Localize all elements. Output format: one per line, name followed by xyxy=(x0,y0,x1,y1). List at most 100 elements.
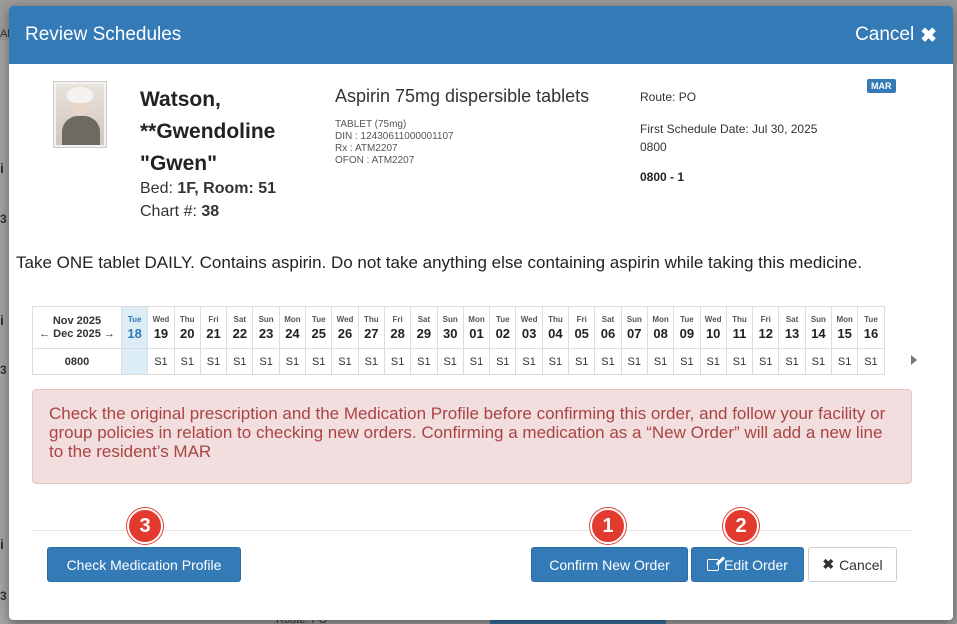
day-of-week: Mon xyxy=(284,314,301,324)
calendar-day-header: Wed 19 xyxy=(147,306,175,349)
schedule-slot[interactable]: S1 xyxy=(173,348,201,375)
schedule-slot[interactable]: S1 xyxy=(331,348,359,375)
day-number: 23 xyxy=(258,325,274,341)
day-number: 29 xyxy=(416,325,432,341)
patient-name-line: Watson, xyxy=(140,88,221,111)
background-fragment: 3 xyxy=(0,212,7,226)
schedule-slot[interactable]: S1 xyxy=(646,348,675,375)
month-nav-link[interactable]: ← Dec 2025 → xyxy=(33,328,121,341)
day-number: 12 xyxy=(758,325,773,341)
schedule-slot[interactable]: S1 xyxy=(278,348,307,375)
calendar-day-header: Thu 11 xyxy=(725,306,754,349)
bed-value: 1F, Room: 51 xyxy=(177,180,277,197)
day-number: 20 xyxy=(180,325,195,341)
schedule-slot[interactable]: S1 xyxy=(489,348,517,375)
schedule-slot[interactable]: S1 xyxy=(383,348,412,375)
day-number: 16 xyxy=(863,325,879,341)
schedule-slot[interactable]: S1 xyxy=(568,348,596,375)
confirm-new-order-button[interactable]: Confirm New Order xyxy=(531,547,688,582)
schedule-slot[interactable]: S1 xyxy=(541,348,570,375)
footer-divider xyxy=(32,530,912,531)
cancel-button[interactable]: ✖ Cancel xyxy=(808,547,897,582)
calendar-day-header: Mon 08 xyxy=(646,306,675,349)
header-cancel-button[interactable]: Cancel ✖ xyxy=(855,23,937,48)
schedule-slot[interactable]: S1 xyxy=(725,348,754,375)
day-of-week: Mon xyxy=(468,314,485,324)
schedule-summary: 0800 - 1 xyxy=(640,170,685,184)
day-number: 15 xyxy=(837,325,852,341)
day-number: 13 xyxy=(784,325,800,341)
scroll-right-icon[interactable] xyxy=(911,355,917,365)
calendar-day-header: Sat 06 xyxy=(594,306,622,349)
schedule-slot[interactable]: S1 xyxy=(857,348,885,375)
close-icon: ✖ xyxy=(822,556,835,572)
day-of-week: Tue xyxy=(495,314,510,324)
edit-order-label: Edit Order xyxy=(724,556,788,573)
schedule-slot[interactable]: S1 xyxy=(252,348,280,375)
day-of-week: Tue xyxy=(864,314,878,324)
schedule-slot[interactable]: S1 xyxy=(620,348,648,375)
schedule-slot[interactable]: S1 xyxy=(436,348,464,375)
day-number: 26 xyxy=(337,325,353,341)
edit-icon xyxy=(707,558,720,571)
calendar-day-header: Sun 14 xyxy=(804,306,833,349)
schedule-slot[interactable]: S1 xyxy=(804,348,833,375)
schedule-slot[interactable]: S1 xyxy=(594,348,622,375)
schedule-slot[interactable]: S1 xyxy=(752,348,780,375)
first-schedule-time: 0800 xyxy=(640,140,667,154)
schedule-slot[interactable]: S1 xyxy=(226,348,254,375)
schedule-slot[interactable]: S1 xyxy=(410,348,438,375)
schedule-slot[interactable]: S1 xyxy=(778,348,806,375)
check-medication-profile-button[interactable]: Check Medication Profile xyxy=(47,547,241,582)
day-number: 09 xyxy=(679,325,695,341)
calendar-day-header: Sun 07 xyxy=(620,306,648,349)
day-number: 21 xyxy=(206,325,221,341)
schedule-slot[interactable]: S1 xyxy=(357,348,385,375)
calendar-day-header: Wed 03 xyxy=(515,306,543,349)
calendar-day-header: Mon 24 xyxy=(278,306,307,349)
day-number: 25 xyxy=(311,325,326,341)
schedule-slot[interactable]: S1 xyxy=(462,348,491,375)
schedule-slot[interactable]: S1 xyxy=(515,348,543,375)
schedule-slot[interactable] xyxy=(120,348,149,375)
schedule-slot[interactable]: S1 xyxy=(199,348,228,375)
day-of-week: Thu xyxy=(363,314,379,324)
day-of-week: Thu xyxy=(548,314,563,324)
day-of-week: Sun xyxy=(626,314,642,324)
bed-label: Bed: xyxy=(140,180,178,197)
schedule-slot[interactable]: S1 xyxy=(147,348,175,375)
schedule-slot[interactable]: S1 xyxy=(305,348,333,375)
medication-ofon: OFON : ATM2207 xyxy=(335,155,415,166)
calendar-day-header: Tue 18 xyxy=(120,306,149,349)
day-number: 18 xyxy=(127,325,142,341)
day-number: 11 xyxy=(732,325,747,341)
day-number: 07 xyxy=(627,325,642,341)
day-of-week: Wed xyxy=(704,314,722,324)
background-fragment: 3 xyxy=(0,363,7,377)
calendar-day-header: Fri 05 xyxy=(568,306,596,349)
schedule-slot[interactable]: S1 xyxy=(673,348,701,375)
day-number: 30 xyxy=(442,325,458,341)
schedule-slot[interactable]: S1 xyxy=(831,348,859,375)
schedule-slot[interactable]: S1 xyxy=(699,348,727,375)
day-of-week: Sat xyxy=(601,314,615,324)
day-of-week: Sat xyxy=(417,314,431,324)
time-label: 0800 xyxy=(32,348,122,375)
day-number: 06 xyxy=(600,325,616,341)
medication-route: Route: PO xyxy=(640,90,697,104)
calendar-day-header: Thu 20 xyxy=(173,306,201,349)
medication-form: TABLET (75mg) xyxy=(335,119,407,130)
callout-badge-1: 1 xyxy=(590,508,626,544)
patient-name-line: "Gwen" xyxy=(140,152,218,175)
day-number: 14 xyxy=(811,325,826,341)
day-of-week: Sun xyxy=(810,314,826,324)
edit-order-button[interactable]: Edit Order xyxy=(691,547,804,582)
day-number: 27 xyxy=(364,325,379,341)
confirm-new-order-label: Confirm New Order xyxy=(549,556,670,573)
day-of-week: Sun xyxy=(442,314,458,324)
day-of-week: Tue xyxy=(127,314,142,324)
day-of-week: Tue xyxy=(311,314,326,324)
day-number: 22 xyxy=(232,325,248,341)
day-of-week: Thu xyxy=(732,314,747,324)
calendar-day-header: Mon 15 xyxy=(831,306,859,349)
